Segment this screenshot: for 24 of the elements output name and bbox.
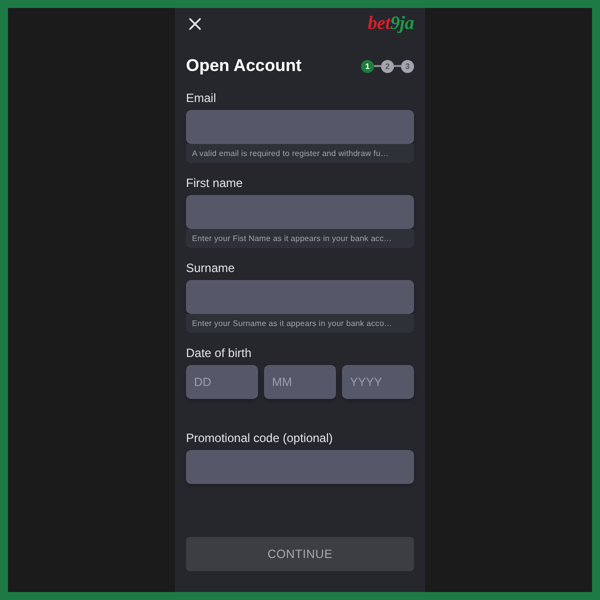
step-indicator: 2 <box>381 60 394 72</box>
field-label: Email <box>186 91 216 105</box>
input-field[interactable] <box>186 195 414 229</box>
step-indicator: 3 <box>401 60 414 72</box>
close-icon <box>189 18 201 30</box>
field-label: Surname <box>186 261 235 275</box>
step-connector <box>374 65 381 67</box>
field-label: Date of birth <box>186 346 252 360</box>
input-field[interactable] <box>186 110 414 144</box>
helper-text: A valid email is required to register and withdraw fu… <box>186 144 414 163</box>
field-label: First name <box>186 176 243 190</box>
step-indicator: 1 <box>361 60 374 72</box>
page-title: Open Account <box>186 55 302 77</box>
input-field[interactable] <box>186 280 414 314</box>
date-input-field[interactable]: DD <box>186 365 258 399</box>
logo: bet9ja <box>368 14 414 34</box>
date-input-field[interactable]: MM <box>264 365 336 399</box>
step-connector <box>394 65 401 67</box>
date-input-field[interactable]: YYYY <box>342 365 414 399</box>
helper-text: Enter your Surname as it appears in your bank acco… <box>186 314 414 333</box>
input-field[interactable] <box>186 450 414 484</box>
helper-text: Enter your Fist Name as it appears in your bank acc… <box>186 229 414 248</box>
field-label: Promotional code (optional) <box>186 431 333 445</box>
close-button[interactable] <box>189 18 201 30</box>
